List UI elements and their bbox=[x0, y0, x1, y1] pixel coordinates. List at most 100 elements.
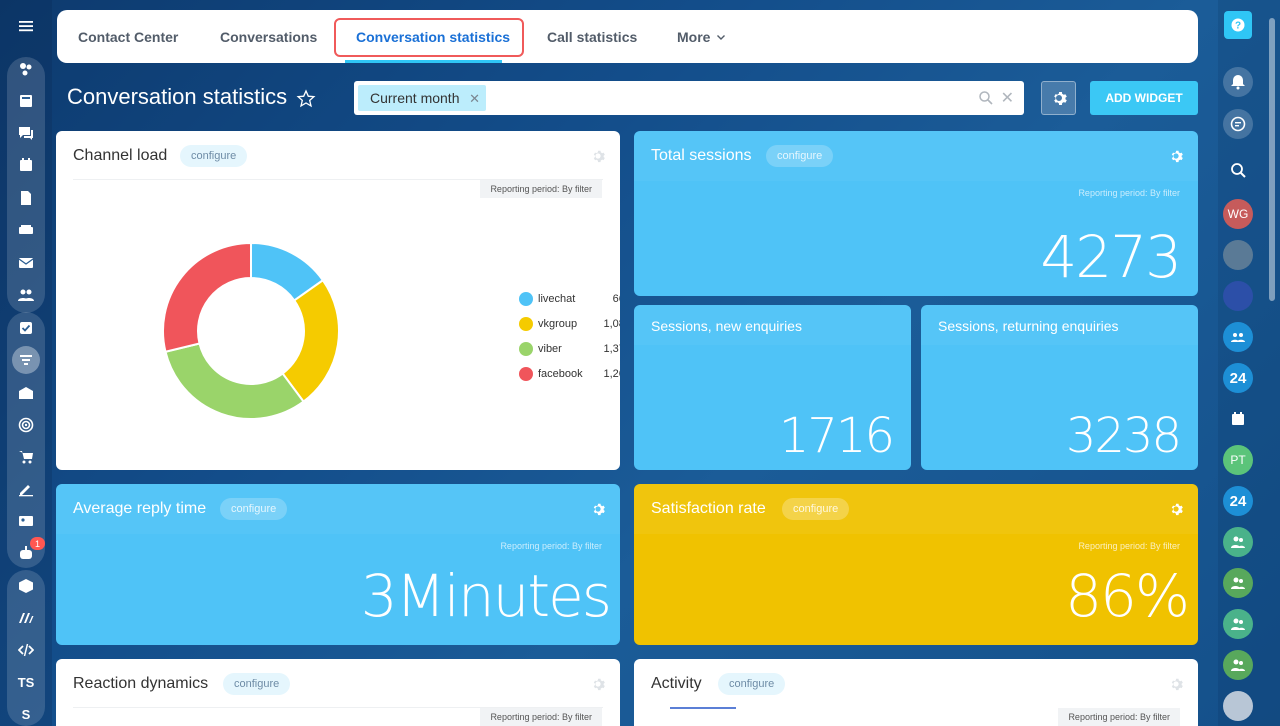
widget-title: Satisfaction rate bbox=[651, 500, 766, 517]
new-enquiries-value: 1716 bbox=[778, 408, 895, 464]
clear-icon[interactable]: ✕ bbox=[1001, 88, 1014, 108]
configure-button[interactable]: configure bbox=[782, 498, 850, 520]
group-avatar-1[interactable] bbox=[1223, 527, 1253, 557]
legend-item-facebook[interactable]: facebook 1,264 bbox=[519, 365, 620, 383]
chip-close-icon[interactable]: ✕ bbox=[469, 91, 480, 107]
widget-average-reply-time: Average reply time configure Reporting p… bbox=[56, 484, 620, 645]
notification-badge: 1 bbox=[30, 537, 45, 550]
legend-item-viber[interactable]: viber 1,378 bbox=[519, 340, 620, 358]
store-icon[interactable] bbox=[11, 381, 41, 405]
sidebar-label-ts[interactable]: TS bbox=[11, 670, 41, 694]
gear-icon[interactable] bbox=[1169, 677, 1183, 691]
settings-button[interactable] bbox=[1041, 81, 1076, 115]
calendar-side-icon[interactable] bbox=[1223, 404, 1253, 434]
legend-item-vkgroup[interactable]: vkgroup 1,080 bbox=[519, 315, 620, 333]
tab-contact-center[interactable]: Contact Center bbox=[78, 10, 178, 63]
group-chat-icon[interactable] bbox=[1223, 322, 1253, 352]
team-icon[interactable] bbox=[11, 283, 41, 307]
widget-reaction-dynamics: Reaction dynamics configure Reporting pe… bbox=[56, 659, 620, 726]
tab-conversations[interactable]: Conversations bbox=[220, 10, 317, 63]
total-sessions-value: 4273 bbox=[1040, 223, 1182, 291]
gear-icon[interactable] bbox=[591, 502, 605, 516]
avatar-wg[interactable]: WG bbox=[1223, 199, 1253, 229]
widget-satisfaction-rate: Satisfaction rate configure Reporting pe… bbox=[634, 484, 1198, 645]
filter-funnel-icon[interactable] bbox=[12, 346, 40, 374]
legend-value: 1,378 bbox=[603, 343, 620, 355]
bitrix24-icon-2[interactable]: 24 bbox=[1223, 486, 1253, 516]
filter-bar[interactable]: Current month ✕ ✕ bbox=[354, 81, 1024, 115]
bitrix24-icon-1[interactable]: 24 bbox=[1223, 363, 1253, 393]
search-icon[interactable] bbox=[1223, 155, 1253, 185]
reporting-period: Reporting period: By filter bbox=[1078, 541, 1180, 551]
filter-chip-label: Current month bbox=[370, 90, 460, 106]
document-icon[interactable] bbox=[11, 186, 41, 210]
marketplace-icon[interactable] bbox=[11, 606, 41, 630]
widget-channel-load: Channel load configure Reporting period:… bbox=[56, 131, 620, 470]
legend-dot bbox=[519, 292, 533, 306]
donut-chart bbox=[162, 241, 340, 420]
donut-slice-facebook[interactable] bbox=[162, 241, 252, 353]
widget-title: Average reply time bbox=[73, 500, 207, 517]
robot-icon[interactable]: 1 bbox=[11, 537, 45, 565]
gear-icon[interactable] bbox=[1169, 149, 1183, 163]
gear-icon[interactable] bbox=[1169, 502, 1183, 516]
add-widget-button[interactable]: ADD WIDGET bbox=[1090, 81, 1198, 115]
cart-icon[interactable] bbox=[11, 445, 41, 469]
filter-chip[interactable]: Current month ✕ bbox=[358, 85, 486, 111]
drive-icon[interactable] bbox=[11, 218, 41, 242]
svg-text:?: ? bbox=[1235, 21, 1241, 32]
legend-label: facebook bbox=[538, 368, 583, 380]
calendar-icon[interactable] bbox=[11, 153, 41, 177]
gear-icon bbox=[1053, 92, 1067, 105]
target-icon[interactable] bbox=[11, 413, 41, 437]
configure-button[interactable]: configure bbox=[766, 145, 834, 167]
configure-button[interactable]: configure bbox=[223, 673, 291, 695]
page-scrollbar[interactable] bbox=[1269, 18, 1275, 301]
search-icon[interactable] bbox=[978, 90, 994, 106]
help-icon[interactable]: ? bbox=[1224, 11, 1252, 39]
donut-slice-viber[interactable] bbox=[164, 342, 305, 420]
chat-icon[interactable] bbox=[11, 121, 41, 145]
contact-card-icon[interactable] bbox=[11, 509, 41, 533]
sign-icon[interactable] bbox=[11, 477, 41, 501]
returning-enquiries-value: 3238 bbox=[1065, 408, 1182, 464]
highlight-annotation bbox=[334, 18, 524, 57]
tab-call-statistics[interactable]: Call statistics bbox=[547, 10, 637, 63]
legend-item-livechat[interactable]: livechat 668 bbox=[519, 290, 620, 308]
gear-icon[interactable] bbox=[591, 677, 605, 691]
tasks-icon[interactable] bbox=[11, 89, 41, 113]
reporting-period: Reporting period: By filter bbox=[500, 541, 602, 551]
gear-icon[interactable] bbox=[591, 149, 605, 163]
mail-icon[interactable] bbox=[11, 251, 41, 275]
widget-title: Sessions, new enquiries bbox=[651, 318, 802, 334]
checkbox-icon[interactable] bbox=[11, 316, 41, 340]
bell-icon[interactable] bbox=[1223, 67, 1253, 97]
reply-time-value: 3Minutes bbox=[360, 562, 612, 630]
group-avatar-2[interactable] bbox=[1223, 568, 1253, 598]
chevron-down-icon bbox=[717, 34, 726, 40]
messenger-icon[interactable] bbox=[1223, 109, 1253, 139]
sidebar-label-s[interactable]: S bbox=[11, 702, 41, 726]
star-icon[interactable] bbox=[296, 89, 316, 109]
avatar-user-3[interactable] bbox=[1223, 691, 1253, 721]
configure-button[interactable]: configure bbox=[718, 673, 786, 695]
avatar-user-2[interactable] bbox=[1223, 281, 1253, 311]
legend-dot bbox=[519, 342, 533, 356]
widget-title: Sessions, returning enquiries bbox=[938, 318, 1119, 334]
widget-new-enquiries: Sessions, new enquiries 1716 bbox=[634, 305, 911, 470]
avatar-user-1[interactable] bbox=[1223, 240, 1253, 270]
avatar-pt[interactable]: PT bbox=[1223, 445, 1253, 475]
reporting-period: Reporting period: By filter bbox=[480, 180, 602, 198]
group-avatar-4[interactable] bbox=[1223, 650, 1253, 680]
group-avatar-3[interactable] bbox=[1223, 609, 1253, 639]
configure-button[interactable]: configure bbox=[220, 498, 288, 520]
box-icon[interactable] bbox=[11, 574, 41, 598]
feed-icon[interactable] bbox=[11, 57, 41, 81]
tab-more[interactable]: More bbox=[677, 10, 726, 63]
legend-value: 1,264 bbox=[603, 368, 620, 380]
code-icon[interactable] bbox=[11, 638, 41, 662]
menu-icon[interactable] bbox=[11, 14, 41, 38]
page-title: Conversation statistics bbox=[67, 84, 288, 109]
configure-button[interactable]: configure bbox=[180, 145, 248, 167]
widget-total-sessions: Total sessions configure Reporting perio… bbox=[634, 131, 1198, 296]
